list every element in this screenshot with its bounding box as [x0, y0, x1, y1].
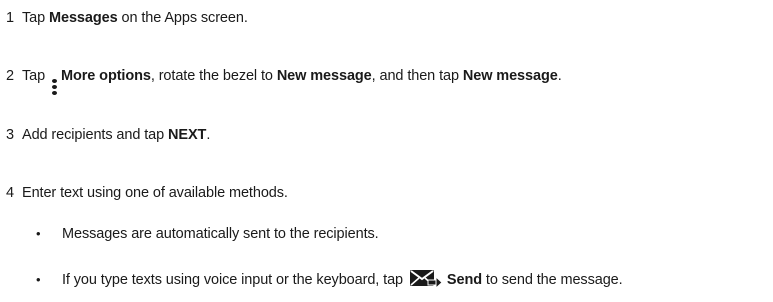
- bullet-icon: •: [36, 272, 41, 287]
- step-1: 1 Tap Messages on the Apps screen.: [0, 9, 248, 27]
- messages-label: Messages: [49, 10, 118, 26]
- new-message-label: New message: [276, 68, 372, 84]
- step-text: Tap: [22, 10, 50, 26]
- bullet-item-1: • Messages are automatically sent to the …: [36, 225, 379, 243]
- bullet-text: If you type texts using voice input or t…: [62, 272, 407, 288]
- step-number: 2: [6, 68, 14, 84]
- step-text: Tap: [22, 68, 50, 84]
- send-label: Send: [446, 272, 482, 288]
- step-number: 4: [6, 185, 14, 201]
- more-options-icon: [52, 79, 58, 95]
- bullet-icon: •: [36, 226, 41, 241]
- bullet-text: to send the message.: [481, 272, 623, 288]
- step-3: 3 Add recipients and tap NEXT.: [0, 126, 210, 144]
- more-options-label: More options: [61, 68, 151, 84]
- new-message-label: New message: [462, 68, 558, 84]
- bullet-text: Messages are automatically sent to the r…: [62, 226, 379, 242]
- step-text: Enter text using one of available method…: [22, 185, 288, 201]
- next-label: NEXT: [168, 127, 207, 143]
- bullet-item-2: • If you type texts using voice input or …: [36, 268, 623, 293]
- step-text: Add recipients and tap: [22, 127, 169, 143]
- step-text: .: [206, 127, 211, 143]
- step-text: .: [557, 68, 562, 84]
- step-text: , and then tap: [371, 68, 463, 84]
- step-text: on the Apps screen.: [117, 10, 248, 26]
- step-2: 2 Tap More options, rotate the bezel to N…: [0, 67, 562, 95]
- send-icon: [409, 268, 443, 293]
- step-4: 4 Enter text using one of available metho…: [0, 184, 288, 202]
- step-text: , rotate the bezel to: [150, 68, 277, 84]
- step-number: 3: [6, 127, 14, 143]
- step-number: 1: [6, 10, 14, 26]
